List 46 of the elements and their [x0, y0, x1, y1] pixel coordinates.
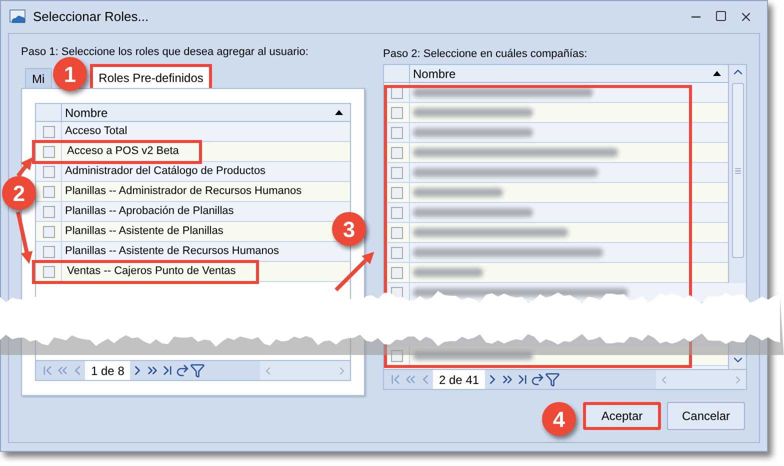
- checkbox[interactable]: [42, 146, 54, 158]
- checkbox[interactable]: [390, 206, 402, 218]
- checkbox[interactable]: [390, 266, 402, 278]
- redo-icon[interactable]: [175, 363, 190, 378]
- role-name[interactable]: Ventas -- Cajeros Punto de Ventas: [32, 260, 259, 284]
- checkbox[interactable]: [42, 246, 54, 258]
- checkbox[interactable]: [390, 226, 402, 238]
- checkbox[interactable]: [390, 106, 402, 118]
- checkbox[interactable]: [42, 266, 54, 278]
- step-label: Paso 1: Seleccione los roles que desea agregar al usuario:: [21, 45, 310, 60]
- checkbox[interactable]: [42, 166, 54, 178]
- vertical-scrollbar[interactable]: [728, 65, 746, 283]
- blurred-text: [413, 268, 483, 277]
- page-indicator: 1 de 8: [85, 361, 130, 380]
- dialog-button[interactable]: Aceptar: [583, 402, 661, 430]
- filter-icon[interactable]: [190, 363, 206, 378]
- redo-icon[interactable]: [530, 372, 546, 387]
- checkbox[interactable]: [42, 126, 54, 138]
- scroll-down-button[interactable]: [728, 339, 746, 369]
- role-name[interactable]: Acceso a POS v2 Beta: [32, 140, 202, 164]
- step-label: Paso 2: Seleccione en cuáles compañías:: [383, 47, 588, 62]
- checkbox[interactable]: [390, 350, 402, 362]
- sort-icon: [713, 71, 721, 76]
- page-indicator: 2 de 41: [433, 370, 486, 389]
- grip-icon: [734, 166, 742, 174]
- checkbox[interactable]: [42, 226, 54, 238]
- checkbox[interactable]: [390, 186, 402, 198]
- cloud-app-icon: [9, 9, 27, 25]
- scrollbar-thumb[interactable]: [732, 83, 744, 258]
- tab[interactable]: Roles Pre-definidos: [90, 64, 212, 88]
- close-icon[interactable]: [739, 10, 753, 24]
- checkbox[interactable]: [42, 186, 54, 198]
- horizontal-scrollbar[interactable]: [260, 361, 350, 380]
- checkbox[interactable]: [42, 206, 54, 218]
- maximize-icon[interactable]: [715, 10, 727, 22]
- checkbox[interactable]: [390, 126, 402, 138]
- window-title: Seleccionar Roles...: [33, 8, 149, 26]
- role-name[interactable]: Acceso Total: [62, 123, 130, 140]
- checkbox[interactable]: [390, 246, 402, 258]
- dialog-button[interactable]: Cancelar: [667, 402, 745, 430]
- checkbox[interactable]: [390, 166, 402, 178]
- horizontal-scrollbar[interactable]: [656, 370, 746, 389]
- sort-icon: [335, 110, 343, 115]
- tab[interactable]: Mi: [25, 68, 52, 88]
- checkbox[interactable]: [390, 146, 402, 158]
- filter-icon[interactable]: [545, 372, 560, 387]
